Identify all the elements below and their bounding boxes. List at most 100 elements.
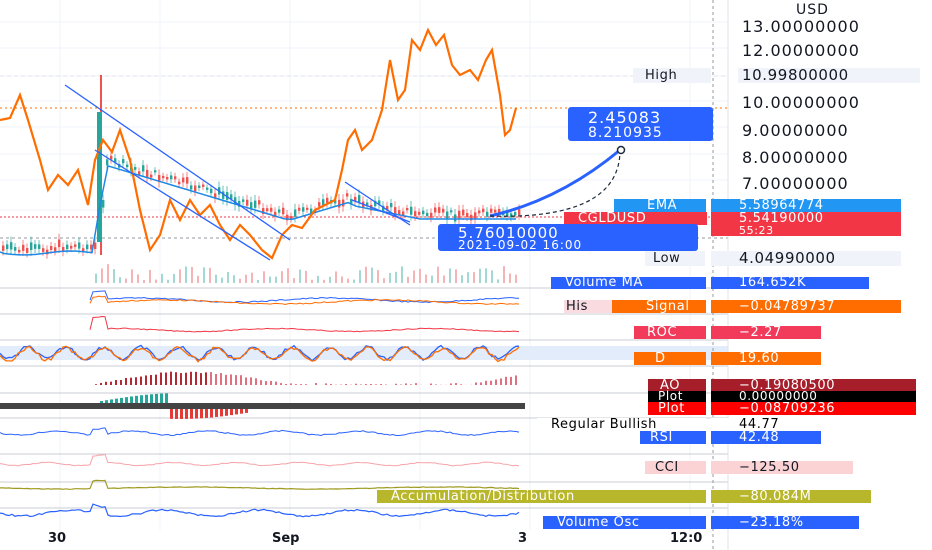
ao-bar [510, 376, 512, 385]
volume-bar [215, 274, 217, 283]
plot-bar [140, 395, 143, 403]
volume-bar [143, 279, 145, 283]
candle-body [146, 169, 149, 178]
candle-body [306, 207, 309, 210]
time-axis-label: 3 [518, 531, 528, 546]
candle-body [458, 210, 461, 219]
plot-bar [220, 409, 223, 417]
ao-bar [485, 380, 487, 385]
ao-bar [105, 381, 107, 385]
ao-bar [505, 376, 507, 385]
bar-countdown: 55:23 [711, 225, 901, 236]
candle-body [302, 207, 305, 212]
ao-bar [270, 380, 272, 385]
measure-end-handle [616, 145, 626, 155]
volume-bar [371, 267, 373, 283]
volume-bar [401, 266, 403, 283]
ao-bar [170, 371, 172, 385]
volume-osc-value: −23.18% [711, 516, 859, 529]
roc-value: −2.27 [711, 326, 821, 339]
candle-body [50, 246, 53, 250]
volume-bar [317, 275, 319, 283]
candle-body [434, 207, 437, 213]
currency-label: USD [796, 2, 829, 18]
ao-bar [250, 377, 252, 385]
volume-bar [491, 270, 493, 283]
candle-body [510, 213, 513, 218]
ao-bar [140, 376, 142, 385]
plot-bar [130, 396, 133, 403]
candle-body [258, 200, 261, 205]
volume-bar [437, 266, 439, 283]
ao-bar [455, 383, 457, 385]
measure-tooltip[interactable]: 2.45083 8.210935 [568, 107, 713, 141]
plot2-label: Plot [648, 402, 706, 415]
candle-body [490, 208, 493, 213]
measure-percent-change: 8.210935 [588, 125, 663, 141]
volume-bar [287, 268, 289, 283]
candle-body [414, 211, 417, 217]
plot-bar [145, 394, 148, 403]
candle-body [122, 159, 125, 164]
ao-bar [225, 374, 227, 385]
candle-body [438, 207, 441, 213]
volume-bar [131, 269, 133, 283]
ao-bar [365, 384, 367, 385]
volume-bar [449, 268, 451, 283]
candle-body [154, 170, 157, 173]
high-value: 10.99800000 [738, 68, 920, 83]
candle-body [6, 244, 9, 250]
volume-bar [95, 273, 97, 283]
price-label: 9.00000000 [742, 121, 849, 140]
high-label: High [633, 68, 711, 83]
plot-bar [180, 409, 183, 419]
price-label: 8.00000000 [742, 148, 849, 167]
candle-body [266, 208, 269, 212]
candle-body [418, 211, 421, 215]
volume-bar [173, 273, 175, 283]
volume-bar [233, 275, 235, 283]
ao-bar [375, 384, 377, 385]
candle-body [42, 248, 45, 252]
volume-bar [203, 267, 205, 283]
ao-bar [255, 378, 257, 385]
candle-body [86, 244, 89, 250]
candle-body [282, 207, 285, 215]
candle-body [390, 202, 393, 208]
ao-bar [315, 383, 317, 385]
ao-bar [115, 379, 117, 385]
candle-body [134, 167, 137, 170]
candle-body [178, 181, 181, 185]
plot-bar [165, 393, 168, 403]
candle-body [358, 195, 361, 203]
macd-line [89, 290, 520, 304]
rsi-value: 42.48 [711, 431, 821, 444]
volume-bar [311, 279, 313, 283]
plot-bar [120, 397, 123, 403]
ao-bar [195, 371, 197, 385]
plot-bar [245, 409, 248, 413]
candle-body [446, 211, 449, 220]
volume-bar [443, 275, 445, 283]
trading-chart-screen[interactable]: USD 13.00000000 12.00000000 10.00000000 … [0, 0, 932, 550]
candle-body [278, 209, 281, 213]
crosshair-datetime: 2021-09-02 16:00 [458, 238, 583, 252]
candle-body [74, 244, 77, 247]
ao-bar [160, 372, 162, 385]
ao-bar [460, 384, 462, 385]
candle-body [346, 193, 349, 197]
volume-bar [341, 276, 343, 283]
ao-bar [155, 374, 157, 385]
crosshair-tooltip: 5.76010000 2021-09-02 16:00 [438, 224, 698, 252]
ao-bar [325, 383, 327, 385]
volume-bar [119, 277, 121, 283]
stoch-d-label: D [634, 352, 706, 365]
time-axis-label: 30 [48, 531, 67, 546]
volume-bar [167, 279, 169, 283]
ao-bar [500, 378, 502, 385]
plot-bar [240, 409, 243, 414]
price-label: 7.00000000 [742, 174, 849, 193]
plot-bar [205, 409, 208, 418]
low-label: Low [645, 251, 705, 266]
projection-curve [489, 149, 621, 217]
